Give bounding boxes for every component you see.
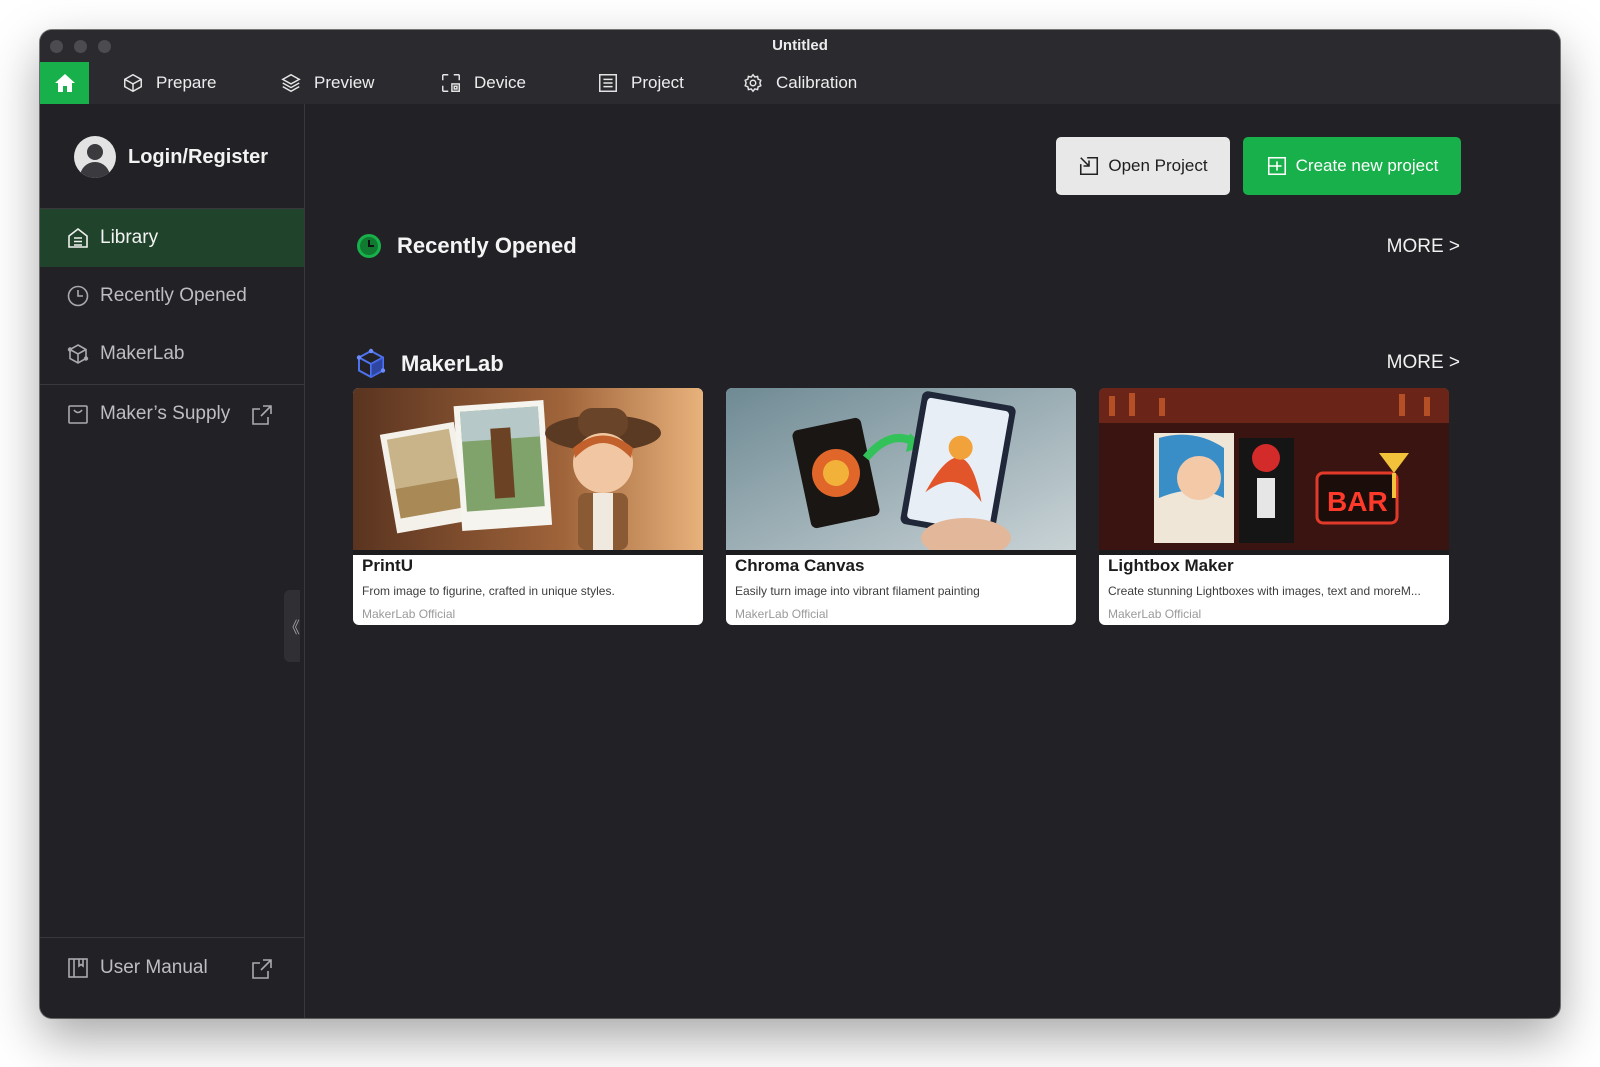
makerlab-card-printu[interactable]: PrintU From image to figurine, crafted i… bbox=[353, 388, 703, 625]
external-link-icon[interactable] bbox=[250, 957, 274, 981]
top-menu-bar: Prepare Preview Device Project Calibrati… bbox=[40, 62, 1560, 104]
makerlab-title: MakerLab bbox=[401, 351, 504, 376]
layers-icon bbox=[281, 73, 301, 93]
gear-icon bbox=[744, 73, 762, 93]
open-folder-icon bbox=[1080, 156, 1099, 176]
cube-icon bbox=[124, 73, 142, 93]
sidebar-item-label: Library bbox=[100, 227, 159, 248]
create-new-project-button[interactable]: Create new project bbox=[1243, 137, 1461, 195]
home-button[interactable] bbox=[40, 62, 89, 104]
makerlab-cube-icon bbox=[67, 344, 89, 364]
sidebar-item-makers-supply[interactable]: Maker’s Supply bbox=[40, 385, 304, 443]
makerlab-cube-icon bbox=[356, 348, 386, 379]
external-link-icon[interactable] bbox=[250, 403, 274, 427]
sidebar-item-library[interactable]: Library bbox=[40, 209, 304, 267]
menu-calibration-label: Calibration bbox=[776, 73, 858, 92]
makerlab-header: MakerLab bbox=[355, 348, 504, 380]
open-project-label: Open Project bbox=[1108, 156, 1208, 175]
menu-prepare-label: Prepare bbox=[156, 73, 217, 92]
card-author: MakerLab Official bbox=[362, 607, 456, 621]
card-title: Lightbox Maker bbox=[1108, 556, 1234, 575]
card-title: PrintU bbox=[362, 556, 413, 575]
library-icon bbox=[68, 227, 88, 248]
bag-icon bbox=[68, 405, 88, 424]
collapse-sidebar-button[interactable]: 《 bbox=[284, 590, 300, 662]
minimize-window-button[interactable] bbox=[74, 40, 87, 53]
device-icon bbox=[442, 74, 460, 92]
clock-icon bbox=[67, 285, 89, 307]
new-project-icon bbox=[1267, 156, 1286, 176]
menu-preview[interactable]: Preview bbox=[280, 62, 374, 104]
recently-opened-title: Recently Opened bbox=[397, 233, 577, 258]
home-icon bbox=[54, 74, 75, 92]
menu-prepare[interactable]: Prepare bbox=[122, 62, 216, 104]
sidebar-item-user-manual[interactable]: User Manual bbox=[40, 939, 304, 997]
svg-text:BAR: BAR bbox=[1327, 486, 1388, 517]
create-project-label: Create new project bbox=[1295, 156, 1439, 175]
menu-device-label: Device bbox=[474, 73, 526, 92]
window-controls bbox=[50, 40, 111, 53]
menu-project[interactable]: Project bbox=[597, 62, 684, 104]
sidebar-item-label: Recently Opened bbox=[100, 285, 247, 306]
recently-opened-header: Recently Opened bbox=[355, 232, 577, 260]
makerlab-card-lightbox-maker[interactable]: BAR Lightbox Maker Create stunning Light… bbox=[1099, 388, 1449, 625]
printu-thumbnail bbox=[353, 388, 703, 550]
chroma-canvas-thumbnail bbox=[726, 388, 1076, 550]
sidebar-item-label: MakerLab bbox=[100, 343, 185, 364]
card-description: Create stunning Lightboxes with images, … bbox=[1108, 584, 1421, 598]
window-title: Untitled bbox=[772, 37, 828, 54]
recently-opened-more-link[interactable]: MORE > bbox=[1387, 236, 1460, 258]
card-description: From image to figurine, crafted in uniqu… bbox=[362, 584, 615, 598]
card-title: Chroma Canvas bbox=[735, 556, 865, 575]
makerlab-card-chroma-canvas[interactable]: Chroma Canvas Easily turn image into vib… bbox=[726, 388, 1076, 625]
main-content: Open Project Create new project Recently… bbox=[305, 104, 1560, 1018]
card-author: MakerLab Official bbox=[735, 607, 829, 621]
menu-device[interactable]: Device bbox=[440, 62, 526, 104]
card-author: MakerLab Official bbox=[1108, 607, 1202, 621]
menu-project-label: Project bbox=[631, 73, 684, 92]
makerlab-more-link[interactable]: MORE > bbox=[1387, 352, 1460, 374]
close-window-button[interactable] bbox=[50, 40, 63, 53]
sidebar-item-label: Maker’s Supply bbox=[100, 403, 231, 424]
login-register-button[interactable]: Login/Register bbox=[74, 136, 268, 178]
sidebar-item-recently-opened[interactable]: Recently Opened bbox=[40, 267, 304, 325]
project-list-icon bbox=[599, 74, 617, 92]
open-project-button[interactable]: Open Project bbox=[1056, 137, 1230, 195]
sidebar: Login/Register Library Recently Opened M… bbox=[40, 104, 305, 1018]
menu-preview-label: Preview bbox=[314, 73, 375, 92]
divider bbox=[40, 937, 304, 938]
card-description: Easily turn image into vibrant filament … bbox=[735, 584, 980, 598]
clock-icon bbox=[357, 234, 381, 258]
lightbox-maker-thumbnail: BAR bbox=[1099, 388, 1449, 550]
avatar bbox=[74, 136, 116, 178]
zoom-window-button[interactable] bbox=[98, 40, 111, 53]
app-window: Untitled Prepare Preview Device Project … bbox=[40, 30, 1560, 1018]
sidebar-item-label: User Manual bbox=[100, 957, 208, 978]
menu-calibration[interactable]: Calibration bbox=[742, 62, 857, 104]
profile-label: Login/Register bbox=[128, 145, 269, 168]
sidebar-item-makerlab[interactable]: MakerLab bbox=[40, 325, 304, 383]
title-bar: Untitled bbox=[40, 30, 1560, 62]
book-icon bbox=[68, 958, 88, 978]
